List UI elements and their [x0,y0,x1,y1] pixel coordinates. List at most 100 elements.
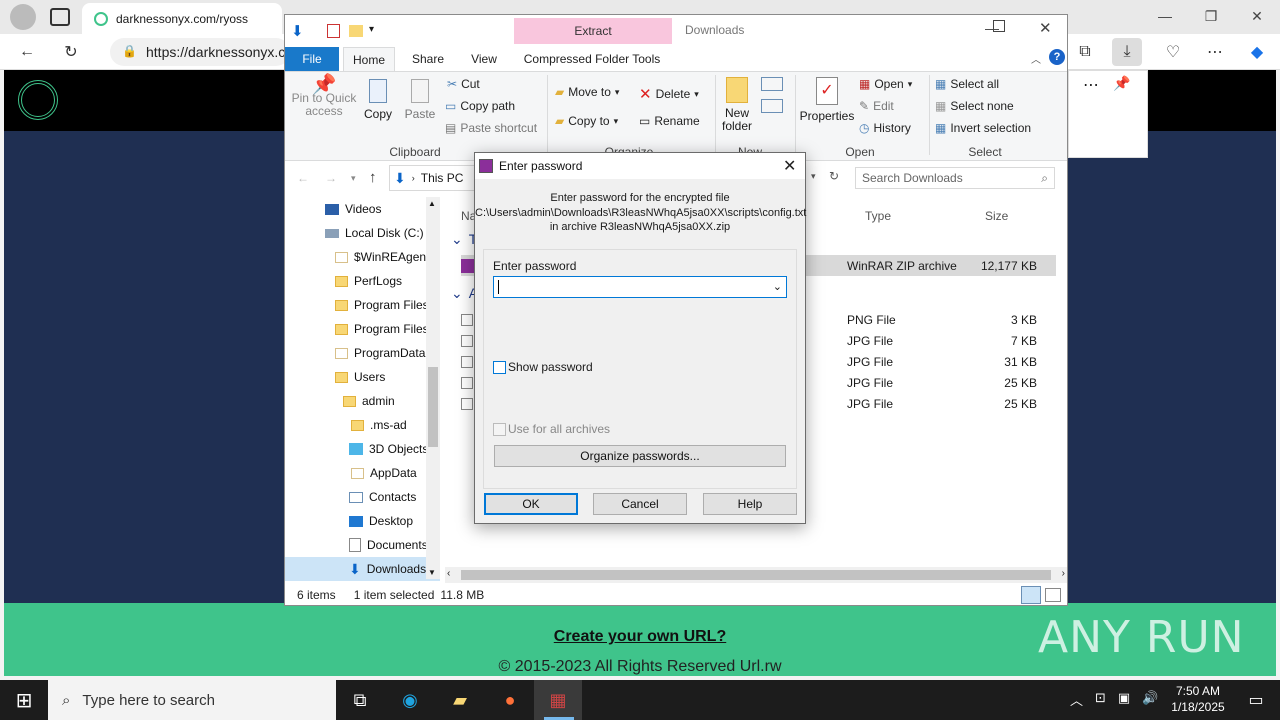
password-input[interactable]: ⌄ [493,276,787,298]
nav-back-icon[interactable]: ← [297,171,309,185]
tree-item-local-disk[interactable]: Local Disk (C:) [285,221,440,245]
collections-icon[interactable]: ⧉ [1070,38,1100,66]
pin-icon[interactable]: 📌 [1113,75,1130,92]
invert-selection-button[interactable]: ▦ Invert selection [935,121,1031,135]
minimize-icon[interactable]: — [1142,0,1188,32]
refresh-folder-icon[interactable]: ↻ [829,169,839,183]
tree-item-admin[interactable]: admin [285,389,440,413]
copilot-icon[interactable]: ◆ [1242,38,1272,66]
profile-avatar[interactable] [10,4,36,30]
dialog-close-icon[interactable]: ✕ [783,156,796,176]
nav-forward-icon[interactable]: → [325,171,337,185]
quick-access-down-icon[interactable]: ⬇ [291,22,304,40]
tray-app-icon[interactable]: ⊡ [1095,690,1106,709]
hscroll-thumb[interactable] [461,570,1051,580]
explorer-maximize-icon[interactable] [993,20,1005,32]
tree-item-programdata[interactable]: ProgramData [285,341,440,365]
tree-item-winreagent[interactable]: $WinREAgent [285,245,440,269]
open-button[interactable]: ▦ Open ▾ [859,77,912,91]
breadcrumb[interactable]: ⬇ › This PC [389,165,475,191]
copy-to-button[interactable]: ▰ Copy to ▾ [555,114,618,128]
more-options-icon[interactable]: ⋯ [1083,75,1099,95]
use-for-all-archives-checkbox[interactable]: Use for all archives [493,422,610,436]
network-icon[interactable]: ▣ [1118,690,1130,709]
tray-chevron-icon[interactable]: ︿ [1070,690,1083,709]
back-icon[interactable]: ← [12,38,42,66]
tree-item-appdata[interactable]: AppData [285,461,440,485]
paste-button[interactable]: Paste [403,79,437,121]
tab-actions-icon[interactable] [50,8,70,26]
address-dropdown-icon[interactable]: ▾ [811,171,816,182]
tree-item-3d-objects[interactable]: 3D Objects [285,437,440,461]
details-view-icon[interactable] [1021,586,1041,604]
edit-button[interactable]: ✎ Edit [859,99,894,113]
tab-share[interactable]: Share [403,47,453,71]
select-none-button[interactable]: ▦ Select none [935,99,1014,113]
large-icons-view-icon[interactable] [1045,588,1061,602]
notification-icon[interactable]: ▭ [1232,680,1280,720]
edge-taskbar-icon[interactable]: ◉ [386,680,434,720]
scrollbar-thumb[interactable] [428,367,438,447]
rename-button[interactable]: ▭ Rename [639,114,700,128]
properties-qa-icon[interactable] [327,24,340,38]
file-explorer-taskbar-icon[interactable]: ▰ [436,680,484,720]
address-bar[interactable]: 🔒 https://darknessonyx.co [110,38,290,66]
scroll-right-icon[interactable]: › [1062,568,1065,579]
tab-compressed-tools[interactable]: Compressed Folder Tools [517,47,667,71]
copy-path-button[interactable]: ▭ Copy path [445,99,515,113]
browser-tab[interactable]: darknessonyx.com/ryoss [82,3,282,34]
fingerprint-logo-icon[interactable] [18,80,58,120]
tree-item-contacts[interactable]: Contacts [285,485,440,509]
nav-up-icon[interactable]: ↑ [369,169,377,186]
downloads-icon[interactable]: ⤓ [1112,38,1142,66]
tab-view[interactable]: View [461,47,507,71]
windows-start-icon[interactable]: ⊞ [0,680,48,720]
column-size[interactable]: Size [985,209,1008,223]
explorer-close-icon[interactable]: ✕ [1039,19,1052,37]
restore-icon[interactable]: ❐ [1188,0,1234,32]
tree-scrollbar[interactable]: ▲ ▼ [426,197,440,579]
scroll-down-icon[interactable]: ▼ [428,568,436,577]
firefox-taskbar-icon[interactable]: ● [486,680,534,720]
cut-button[interactable]: ✂ Cut [447,77,480,91]
tree-item-program-files[interactable]: Program Files [285,293,440,317]
search-downloads-input[interactable]: Search Downloads ⌕ [855,167,1055,189]
delete-button[interactable]: ✕ Delete ▾ [639,85,699,103]
help-icon[interactable]: ? [1049,49,1065,65]
extract-context-tab[interactable]: Extract [514,18,672,44]
tree-item-videos[interactable]: Videos [285,197,440,221]
move-to-button[interactable]: ▰ Move to ▾ [555,85,619,99]
clock[interactable]: 7:50 AM 1/18/2025 [1162,683,1234,715]
performance-icon[interactable]: ♡ [1158,38,1188,66]
new-folder-button[interactable]: New folder [717,77,757,133]
tree-item-ms-ad[interactable]: .ms-ad [285,413,440,437]
tree-item-desktop[interactable]: Desktop [285,509,440,533]
more-icon[interactable]: ⋯ [1200,38,1230,66]
qa-dropdown-icon[interactable]: ▾ [369,24,374,35]
select-all-button[interactable]: ▦ Select all [935,77,999,91]
winrar-taskbar-icon[interactable]: ▦ [534,680,582,720]
tree-item-downloads[interactable]: ⬇ Downloads [285,557,440,581]
help-button[interactable]: Help [703,493,797,515]
show-password-checkbox[interactable]: Show password [493,360,593,374]
tree-item-users[interactable]: Users [285,365,440,389]
column-type[interactable]: Type [865,209,891,223]
ribbon-collapse-icon[interactable]: ︿ [1031,51,1041,66]
properties-button[interactable]: ✓ Properties [799,77,855,123]
refresh-icon[interactable]: ↻ [56,38,86,66]
new-item-icon[interactable] [761,77,783,91]
easy-access-icon[interactable] [761,99,783,113]
taskbar-search-box[interactable]: ⌕ Type here to search [48,680,336,720]
scroll-left-icon[interactable]: ‹ [447,568,450,579]
task-view-icon[interactable]: ⧉ [336,680,384,720]
close-icon[interactable]: ✕ [1234,0,1280,32]
volume-icon[interactable]: 🔊 [1142,690,1158,709]
tree-item-documents[interactable]: Documents [285,533,440,557]
create-url-link[interactable]: Create your own URL? [450,628,830,646]
organize-passwords-button[interactable]: Organize passwords... [494,445,786,467]
paste-shortcut-button[interactable]: ▤ Paste shortcut [445,121,537,135]
recent-dropdown-icon[interactable]: ▾ [351,173,356,184]
copy-button[interactable]: Copy [363,79,393,121]
pin-quick-access-button[interactable]: 📌 Pin to Quick access [289,75,359,118]
cancel-button[interactable]: Cancel [593,493,687,515]
